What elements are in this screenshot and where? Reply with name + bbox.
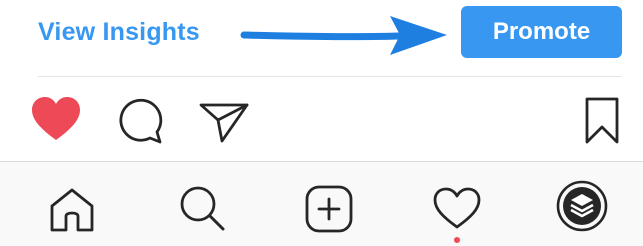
home-icon[interactable]	[48, 186, 96, 232]
post-action-bar	[0, 90, 643, 156]
promote-button[interactable]: Promote	[461, 6, 622, 58]
bottom-tab-bar	[0, 161, 643, 246]
paper-plane-icon[interactable]	[198, 100, 250, 144]
search-icon[interactable]	[178, 184, 226, 232]
arrow-right-icon	[240, 16, 447, 55]
notification-dot	[454, 237, 460, 243]
post-insights-row: View Insights Promote	[0, 0, 643, 72]
heart-icon[interactable]	[30, 96, 82, 142]
view-insights-link[interactable]: View Insights	[38, 18, 200, 47]
divider	[38, 76, 622, 77]
comment-icon[interactable]	[116, 96, 166, 146]
activity-heart-icon[interactable]	[432, 186, 482, 230]
bookmark-icon[interactable]	[582, 96, 622, 146]
profile-layers-icon[interactable]	[556, 180, 608, 232]
new-post-icon[interactable]	[304, 184, 354, 234]
